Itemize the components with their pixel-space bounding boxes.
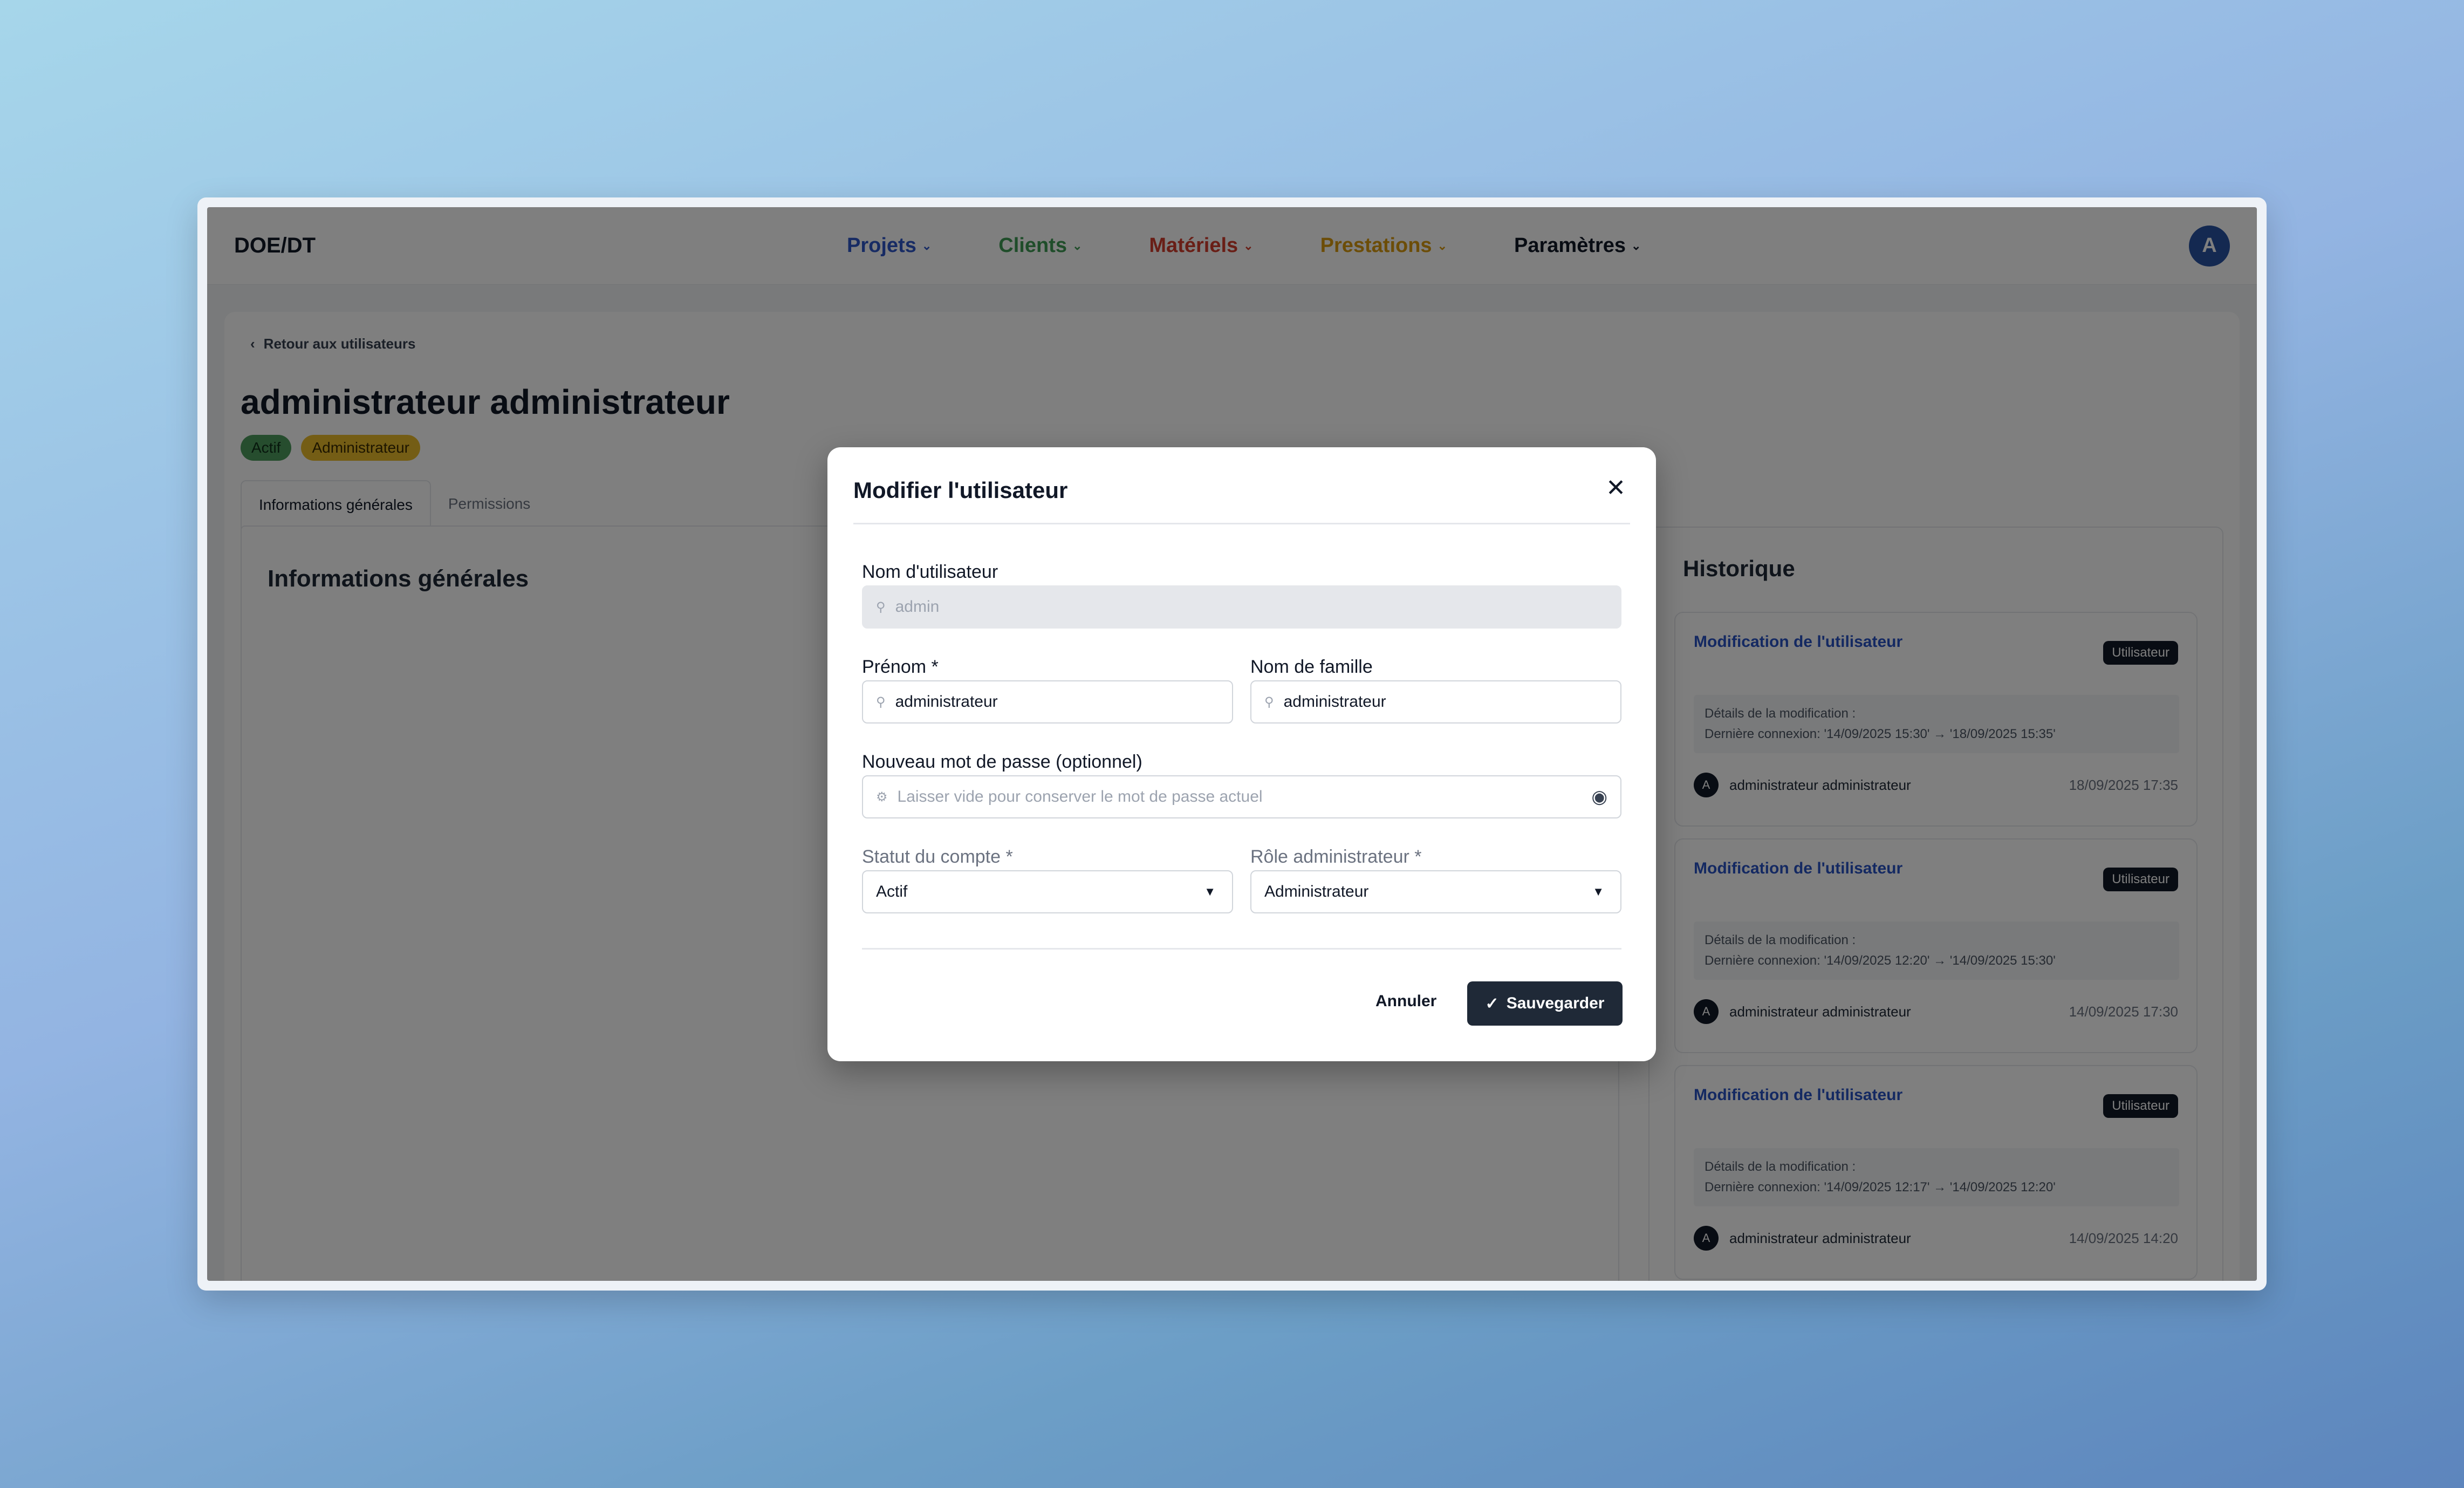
role-value: Administrateur — [1264, 883, 1369, 900]
caret-down-icon: ▼ — [1592, 885, 1604, 898]
check-icon: ✓ — [1485, 994, 1499, 1013]
save-button[interactable]: ✓ Sauvegarder — [1467, 981, 1623, 1026]
firstname-field[interactable]: ⚲ administrateur — [862, 680, 1233, 723]
status-value: Actif — [876, 883, 908, 900]
password-placeholder: Laisser vide pour conserver le mot de pa… — [897, 788, 1263, 806]
username-label: Nom d'utilisateur — [862, 562, 998, 582]
firstname-value: administrateur — [895, 693, 998, 711]
close-icon[interactable]: ✕ — [1606, 474, 1626, 502]
dialog-footer-divider — [862, 948, 1621, 950]
eye-icon[interactable]: ◉ — [1591, 786, 1607, 808]
user-icon: ⚲ — [876, 599, 886, 615]
lastname-label: Nom de famille — [1250, 657, 1373, 677]
password-field[interactable]: ⚙ Laisser vide pour conserver le mot de … — [862, 775, 1621, 818]
dialog-title: Modifier l'utilisateur — [853, 477, 1068, 503]
save-button-label: Sauvegarder — [1506, 994, 1605, 1012]
username-field: ⚲ admin — [862, 585, 1621, 629]
lock-icon: ⚙ — [876, 789, 888, 804]
role-label: Rôle administrateur * — [1250, 847, 1422, 867]
lastname-field[interactable]: ⚲ administrateur — [1250, 680, 1621, 723]
cancel-button[interactable]: Annuler — [1375, 992, 1436, 1011]
edit-user-dialog: Modifier l'utilisateur ✕ Nom d'utilisate… — [827, 447, 1656, 1061]
user-icon: ⚲ — [876, 694, 886, 709]
user-icon: ⚲ — [1264, 694, 1274, 709]
lastname-value: administrateur — [1283, 693, 1386, 711]
role-select[interactable]: Administrateur ▼ — [1250, 870, 1621, 913]
password-label: Nouveau mot de passe (optionnel) — [862, 752, 1142, 772]
dialog-divider — [853, 523, 1630, 524]
firstname-label: Prénom * — [862, 657, 939, 677]
username-value: admin — [895, 598, 940, 616]
app-window-frame: DOE/DT Projets⌄ Clients⌄ Matériels⌄ Pres… — [197, 197, 2267, 1291]
app-screen: DOE/DT Projets⌄ Clients⌄ Matériels⌄ Pres… — [207, 207, 2257, 1281]
caret-down-icon: ▼ — [1204, 885, 1216, 898]
status-label: Statut du compte * — [862, 847, 1013, 867]
status-select[interactable]: Actif ▼ — [862, 870, 1233, 913]
